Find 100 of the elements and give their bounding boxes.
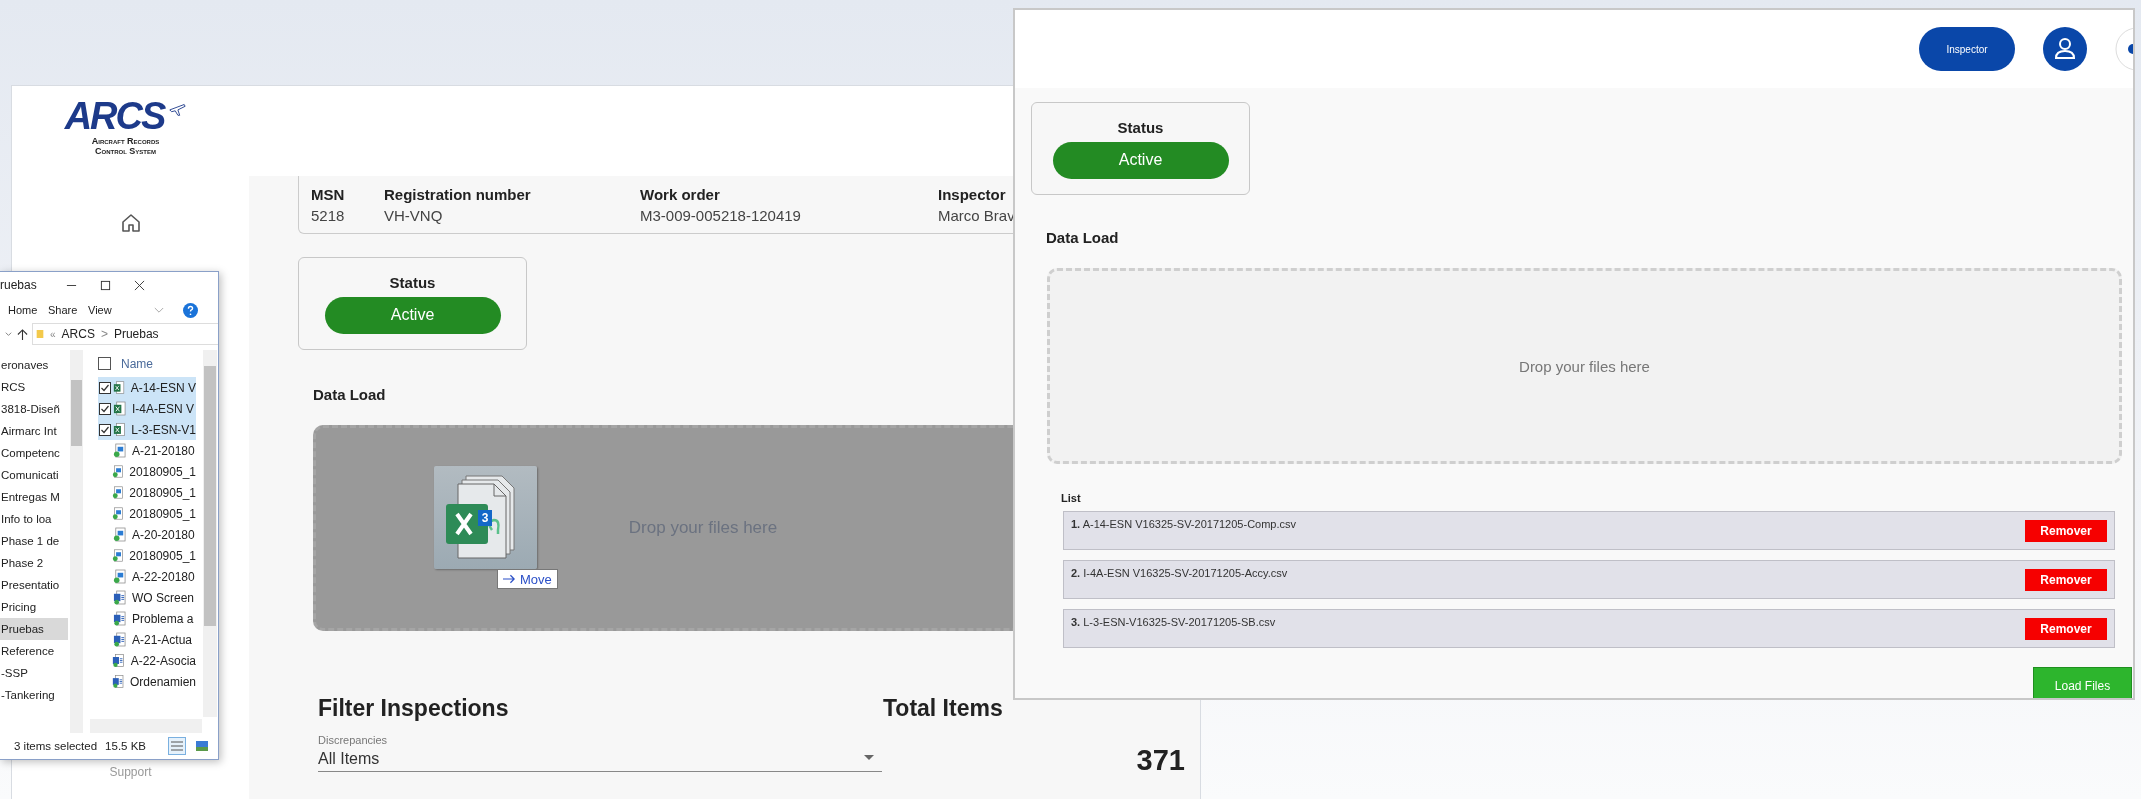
remove-button[interactable]: Remover <box>2025 618 2107 640</box>
breadcrumb[interactable]: ARCS <box>61 327 95 341</box>
file-row[interactable]: A-20-20180 <box>98 524 196 545</box>
file-row[interactable]: A-14-ESN V <box>98 377 196 398</box>
folder-item[interactable]: Airmarc Int <box>0 420 68 442</box>
ribbon-tab[interactable]: Share <box>40 304 80 316</box>
checkbox[interactable] <box>99 381 111 394</box>
folder-item[interactable]: 3818-Diseñ <box>0 398 68 420</box>
checkbox[interactable] <box>99 402 111 415</box>
spreadsheet-file-icon <box>113 380 125 395</box>
maximize-icon[interactable] <box>100 279 111 291</box>
folder-item[interactable]: eronaves <box>0 354 68 376</box>
folder-item[interactable]: Phase 1 de <box>0 530 68 552</box>
scrollbar[interactable] <box>203 350 217 717</box>
folder-item[interactable]: Pruebas <box>0 618 68 640</box>
folder-item[interactable]: Pricing <box>0 596 68 618</box>
checkbox[interactable] <box>99 423 111 436</box>
status-text: 3 items selected <box>14 740 98 752</box>
file-row[interactable]: A-21-20180 <box>98 440 196 461</box>
section-title: Total Items <box>883 695 1004 722</box>
file-row[interactable]: 20180905_1 <box>98 503 196 524</box>
path-separator: > <box>100 327 108 341</box>
folder-item[interactable]: Info to loa <box>0 508 68 530</box>
file-row[interactable]: WO Screen <box>98 587 196 608</box>
spreadsheet-file-icon <box>113 422 126 437</box>
logo-subtitle: Aircraft Records <box>91 136 160 146</box>
folder-item[interactable]: Comunicati <box>0 464 68 486</box>
ribbon-tab[interactable]: View <box>80 304 154 316</box>
remove-button[interactable]: Remover <box>2025 520 2107 542</box>
user-icon[interactable] <box>2043 27 2087 71</box>
image-file-icon <box>113 443 126 458</box>
folder-item[interactable]: Phase 2 <box>0 552 68 574</box>
folder-item[interactable]: Presentatio <box>0 574 68 596</box>
breadcrumb[interactable]: Pruebas <box>113 327 159 341</box>
status-badge: Active <box>324 296 501 334</box>
details-view-icon[interactable] <box>168 737 187 755</box>
info-label: MSN <box>311 185 346 203</box>
folder-item[interactable]: Competenc <box>0 442 68 464</box>
file-row[interactable]: Problema a <box>98 608 196 629</box>
file-row[interactable]: A-22-20180 <box>98 566 196 587</box>
file-row[interactable]: 20180905_1 <box>98 461 196 482</box>
logo-text: ARCS <box>64 96 165 136</box>
folder-icon <box>36 328 44 340</box>
document-file-icon <box>112 674 124 689</box>
status-text: 15.5 KB <box>105 740 147 752</box>
section-title: Filter Inspections <box>318 695 510 722</box>
info-value: VH-VNQ <box>384 206 444 224</box>
total-count: 371 <box>1136 744 1185 777</box>
help-icon[interactable] <box>183 302 198 318</box>
info-label: Inspector <box>938 185 1007 203</box>
list-title: List <box>1061 492 1081 504</box>
file-row[interactable]: 20180905_1 <box>98 545 196 566</box>
document-file-icon <box>113 632 126 647</box>
file-row[interactable]: L-3-ESN-V1 <box>98 419 196 440</box>
section-title: Data Load <box>313 386 386 403</box>
file-row[interactable]: Ordenamien <box>98 671 196 692</box>
file-count-badge: 3 <box>478 510 492 526</box>
window-title: ruebas <box>0 278 38 292</box>
folder-item[interactable]: Entregas M <box>0 486 68 508</box>
checkbox[interactable] <box>98 357 111 370</box>
info-value: Marco Brav <box>938 206 1015 224</box>
scrollbar[interactable] <box>70 350 83 733</box>
file-row[interactable]: 20180905_1 <box>98 482 196 503</box>
document-file-icon <box>113 611 126 626</box>
status-label: Status <box>1117 118 1164 136</box>
close-icon[interactable] <box>134 279 145 291</box>
column-header[interactable]: Name <box>121 356 153 371</box>
file-name: 1. A-14-ESN V16325-SV-20171205-Comp.csv <box>1071 518 1297 530</box>
file-name: 3. L-3-ESN-V16325-SV-20171205-SB.csv <box>1071 616 1276 628</box>
role-button[interactable]: Inspector <box>1919 27 2015 71</box>
info-label: Work order <box>640 185 721 203</box>
info-value: 5218 <box>311 206 346 224</box>
file-row[interactable]: I-4A-ESN V <box>98 398 196 419</box>
folder-item[interactable]: -SSP <box>0 662 68 684</box>
section-title: Data Load <box>1046 229 1119 246</box>
logo-subtitle: Control System <box>95 146 156 156</box>
document-file-icon <box>113 590 126 605</box>
discrepancies-select[interactable]: Discrepancies All Items <box>318 734 882 772</box>
status-badge: Active <box>1052 141 1229 179</box>
folder-item[interactable]: Reference <box>0 640 68 662</box>
folder-item[interactable]: RCS <box>0 376 68 398</box>
drop-zone[interactable]: Drop your files here <box>1047 268 2122 464</box>
info-label: Registration number <box>384 185 532 203</box>
remove-button[interactable]: Remover <box>2025 569 2107 591</box>
file-row[interactable]: A-21-Actua <box>98 629 196 650</box>
thumbnail-view-icon[interactable] <box>194 738 211 754</box>
status-label: Status <box>389 273 436 291</box>
more-locations-button[interactable]: « <box>50 328 56 340</box>
image-file-icon <box>111 506 124 521</box>
image-file-icon <box>113 569 126 584</box>
up-arrow-icon[interactable] <box>17 327 28 341</box>
spreadsheet-file-icon <box>113 401 126 416</box>
image-file-icon <box>113 527 126 542</box>
file-row[interactable]: A-22-Asocia <box>98 650 196 671</box>
drop-hint: Drop your files here <box>1519 357 1650 375</box>
ribbon-tab[interactable]: Home <box>0 304 40 316</box>
chevron-down-icon[interactable] <box>4 329 13 339</box>
address-bar[interactable]: « ARCS > Pruebas <box>32 323 218 345</box>
dropdown-caret-icon <box>864 755 874 761</box>
folder-item[interactable]: -Tankering <box>0 684 68 706</box>
